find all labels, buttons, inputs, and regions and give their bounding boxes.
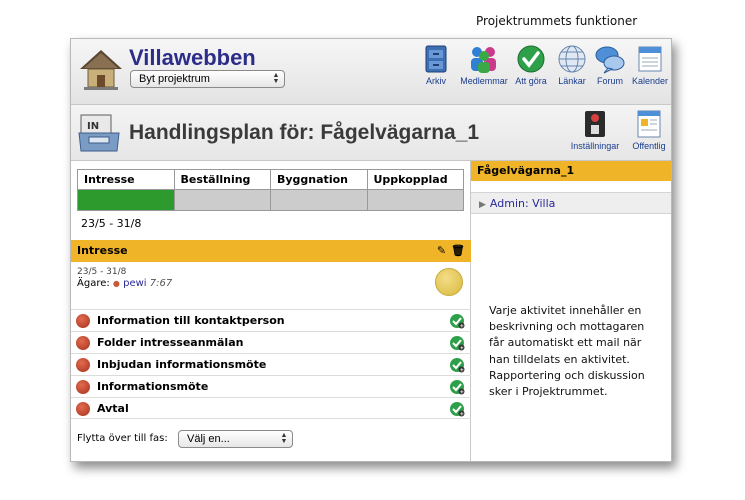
side-panel-title: Fågelvägarna_1	[471, 161, 671, 181]
done-check-icon[interactable]: +	[449, 357, 465, 373]
svg-text:+: +	[460, 390, 464, 395]
nav-att-gora[interactable]: Att göra	[512, 44, 550, 86]
svg-text:+: +	[460, 368, 464, 373]
settings-switch-icon	[585, 111, 605, 137]
phase-table: Intresse Beställning Byggnation Uppkoppl…	[77, 169, 464, 211]
settings-button[interactable]: Inställningar	[565, 109, 625, 151]
public-label: Offentlig	[632, 141, 666, 151]
links-globe-icon	[558, 45, 586, 73]
owner-time: 7:67	[149, 278, 173, 289]
activity-status-indicator	[435, 268, 463, 296]
phase-header[interactable]: Byggnation	[270, 169, 368, 190]
user-status-icon: ●	[112, 279, 120, 288]
nav-kalender[interactable]: Kalender	[627, 44, 671, 86]
phase-header[interactable]: Intresse	[77, 169, 175, 190]
task-list: Information till kontaktperson + Folder …	[71, 309, 471, 419]
done-check-icon[interactable]: +	[449, 313, 465, 329]
task-status-dot-icon	[76, 380, 90, 394]
list-item[interactable]: Inbjudan informationsmöte +	[71, 353, 471, 375]
select-arrows-icon: ▲ ▼	[280, 432, 288, 445]
list-item[interactable]: Avtal +	[71, 397, 471, 419]
task-label: Inbjudan informationsmöte	[97, 358, 267, 371]
page-title: Handlingsplan för: Fågelvägarna_1	[129, 121, 480, 144]
task-label: Folder intresseanmälan	[97, 336, 244, 349]
edit-pencil-icon[interactable]: ✎	[437, 244, 446, 257]
admin-row[interactable]: ▶ Admin: Villa	[471, 192, 671, 214]
nav-label: Medlemmar	[460, 76, 508, 86]
nav-arkiv[interactable]: Arkiv	[415, 44, 457, 86]
nav-label: Forum	[596, 76, 623, 86]
owner-line: Ägare: ● pewi 7:67	[77, 278, 172, 289]
section-title: Intresse	[77, 244, 128, 257]
phase-date-range: 23/5 - 31/8	[81, 217, 142, 230]
expand-triangle-icon: ▶	[479, 200, 486, 210]
inbox-tray-label: IN	[87, 121, 99, 132]
move-phase-select[interactable]: Välj en... ▲ ▼	[178, 430, 293, 448]
project-select-value: Byt projektrum	[139, 73, 210, 85]
phase-progress-cell	[366, 189, 464, 211]
header: Villawebben Byt projektrum ▲ ▼ Arkiv Med…	[71, 39, 671, 105]
titlebar: IN Handlingsplan för: Fågelvägarna_1 Ins…	[71, 105, 671, 161]
move-phase-label: Flytta över till fas:	[77, 433, 168, 444]
task-label: Avtal	[97, 402, 129, 415]
nav-medlemmar[interactable]: Medlemmar	[458, 44, 510, 86]
done-check-icon[interactable]: +	[449, 335, 465, 351]
list-item[interactable]: Informationsmöte +	[71, 375, 471, 397]
nav-label: Att göra	[515, 76, 547, 86]
house-logo-icon[interactable]	[78, 47, 124, 93]
admin-label: Admin: Villa	[489, 197, 556, 210]
calendar-icon	[638, 46, 662, 72]
task-status-dot-icon	[76, 336, 90, 350]
public-button[interactable]: Offentlig	[627, 109, 671, 151]
svg-text:+: +	[460, 412, 464, 417]
section-actions: ✎ 🗑	[432, 244, 465, 257]
svg-text:+: +	[460, 324, 464, 329]
list-item[interactable]: Folder intresseanmälan +	[71, 331, 471, 353]
nav-label: Kalender	[631, 76, 669, 86]
settings-label: Inställningar	[570, 141, 620, 151]
site-title[interactable]: Villawebben	[129, 45, 256, 71]
trash-icon[interactable]: 🗑	[451, 244, 465, 257]
done-check-icon[interactable]: +	[449, 401, 465, 417]
public-page-icon	[637, 110, 661, 138]
phase-header[interactable]: Uppkopplad	[366, 169, 464, 190]
task-status-dot-icon	[76, 358, 90, 372]
owner-label: Ägare:	[77, 278, 110, 289]
activity-section-header: Intresse ✎ 🗑	[71, 240, 471, 262]
forum-bubbles-icon	[595, 46, 625, 74]
activity-date-range: 23/5 - 31/8	[77, 267, 127, 277]
todo-check-icon	[517, 45, 545, 73]
phase-header[interactable]: Beställning	[173, 169, 271, 190]
nav-forum[interactable]: Forum	[589, 44, 631, 86]
project-select[interactable]: Byt projektrum ▲ ▼	[130, 70, 285, 88]
svg-text:+: +	[460, 346, 464, 351]
archive-icon	[425, 45, 447, 73]
move-phase-select-value: Välj en...	[187, 433, 230, 445]
phase-progress-cell	[270, 189, 368, 211]
phase-progress-cell	[77, 189, 175, 211]
owner-name[interactable]: pewi	[123, 278, 146, 289]
nav-lankar[interactable]: Länkar	[551, 44, 593, 86]
list-item[interactable]: Information till kontaktperson +	[71, 309, 471, 331]
members-icon	[471, 47, 496, 73]
nav-label: Arkiv	[426, 76, 446, 86]
task-status-dot-icon	[76, 402, 90, 416]
select-arrows-icon: ▲ ▼	[272, 72, 280, 85]
done-check-icon[interactable]: +	[449, 379, 465, 395]
side-note: Varje aktivitet innehåller en beskrivnin…	[489, 304, 645, 399]
task-status-dot-icon	[76, 314, 90, 328]
main-column: Intresse Beställning Byggnation Uppkoppl…	[71, 161, 471, 461]
caption-top: Projektrummets funktioner	[476, 14, 638, 28]
task-label: Information till kontaktperson	[97, 314, 285, 327]
phase-progress-cell	[173, 189, 271, 211]
nav-label: Länkar	[558, 76, 586, 86]
task-label: Informationsmöte	[97, 380, 209, 393]
inbox-tray-icon: IN	[78, 114, 120, 152]
